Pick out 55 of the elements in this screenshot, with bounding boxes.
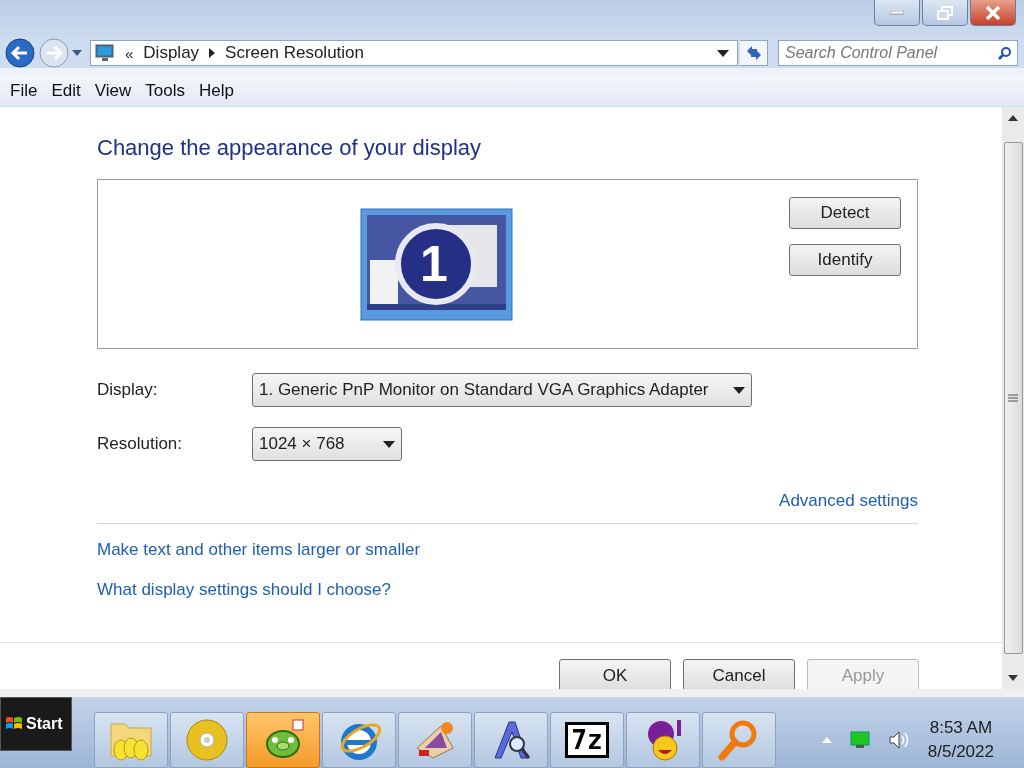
clock[interactable]: 8:53 AM 8/5/2022 — [927, 716, 994, 764]
dropdown-arrow-icon[interactable] — [717, 49, 729, 57]
breadcrumb-item[interactable]: Display — [143, 43, 200, 63]
network-icon[interactable] — [849, 731, 870, 749]
monitor-drawing[interactable] — [360, 207, 513, 321]
back-button[interactable] — [4, 37, 36, 69]
help-link[interactable]: Make text and other items larger or smaller — [97, 540, 421, 559]
help-link[interactable]: What display settings should I choose? — [97, 580, 391, 599]
breadcrumb-overflow[interactable]: « — [125, 44, 134, 62]
search-icon[interactable] — [998, 46, 1012, 60]
scrollbar-thumb[interactable] — [1003, 142, 1023, 654]
page-heading: Change the appearance of your display — [97, 135, 483, 161]
dialog-button[interactable]: Cancel — [683, 659, 795, 689]
taskbar-button[interactable] — [626, 712, 700, 768]
dialog-button[interactable]: OK — [559, 659, 671, 689]
grip-icon — [1008, 394, 1018, 402]
vertical-scrollbar[interactable] — [1002, 107, 1024, 689]
scroll-down-icon[interactable] — [1008, 675, 1018, 681]
setting-label: Resolution: — [97, 434, 184, 454]
setting-label: Display: — [97, 380, 159, 400]
menu-item[interactable]: Tools — [139, 81, 191, 101]
refresh-button[interactable] — [740, 40, 768, 66]
taskbar-button[interactable] — [246, 712, 320, 768]
address-bar[interactable]: « Display Screen Resolution — [90, 40, 738, 66]
dropdown[interactable]: 1. Generic PnP Monitor on Standard VGA Graphics Adapter — [252, 373, 752, 407]
search-field[interactable]: Search Control Panel — [778, 40, 1018, 66]
monitor-number: 1 — [420, 234, 448, 294]
caret-icon — [383, 440, 395, 448]
caret-icon — [733, 386, 745, 394]
minimize-icon — [890, 10, 904, 15]
disc-icon — [185, 718, 229, 762]
minimize-button[interactable] — [874, 0, 920, 26]
restore-button[interactable] — [922, 0, 968, 26]
monitor-icon — [95, 43, 115, 63]
taskbar-button[interactable] — [322, 712, 396, 768]
breadcrumb-separator-icon[interactable] — [209, 48, 216, 58]
dropdown[interactable]: 1024 × 768 — [252, 427, 402, 461]
restore-icon — [937, 5, 953, 20]
history-dropdown-icon[interactable] — [72, 50, 82, 56]
close-icon — [985, 5, 1001, 20]
menu-item[interactable]: Help — [192, 81, 240, 101]
taskbar-button[interactable] — [474, 712, 548, 768]
menu-item[interactable]: View — [88, 81, 138, 101]
advanced-settings-link[interactable]: Advanced settings — [779, 491, 918, 511]
menu-item[interactable]: Edit — [45, 81, 87, 101]
display-button[interactable]: Identify — [789, 244, 901, 276]
breadcrumb-item[interactable]: Screen Resolution — [225, 43, 364, 63]
start-button[interactable]: Start — [0, 697, 72, 751]
menu-item[interactable]: File — [4, 81, 44, 101]
close-button[interactable] — [970, 0, 1016, 26]
taskbar-button[interactable]: 7z — [550, 712, 624, 768]
volume-icon[interactable] — [887, 730, 910, 750]
display-button[interactable]: Detect — [789, 197, 901, 229]
taskbar-button[interactable] — [398, 712, 472, 768]
scroll-up-icon[interactable] — [1008, 115, 1018, 121]
